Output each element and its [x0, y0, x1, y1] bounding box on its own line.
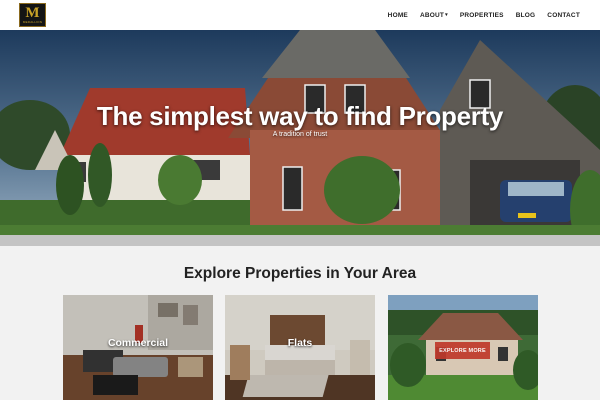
- card-explore-more[interactable]: EXPLORE MORE: [388, 295, 538, 400]
- logo-letter: M: [25, 5, 40, 21]
- navbar: M MEDALLION HOME ABOUT ▾ PROPERTIES BLOG …: [0, 0, 600, 30]
- explore-more-button[interactable]: EXPLORE MORE: [435, 342, 490, 359]
- nav-properties-label: PROPERTIES: [459, 11, 504, 19]
- logo-text: MEDALLION: [22, 20, 43, 24]
- brand-logo[interactable]: M MEDALLION: [19, 3, 46, 27]
- main-nav: HOME ABOUT ▾ PROPERTIES BLOG CONTACT: [382, 0, 586, 30]
- section-title: Explore Properties in Your Area: [183, 265, 417, 282]
- card-label-flats: Flats: [287, 337, 313, 349]
- card-flats[interactable]: Flats: [225, 295, 375, 400]
- card-commercial[interactable]: Commercial: [63, 295, 213, 400]
- nav-blog-label: BLOG: [515, 11, 536, 19]
- hero-title: The simplest way to find Property: [96, 101, 504, 131]
- hero-house-image: [0, 30, 600, 246]
- hero-banner: The simplest way to find Property A trad…: [0, 30, 600, 246]
- nav-contact-label: CONTACT: [547, 11, 580, 19]
- nav-home[interactable]: HOME: [382, 12, 414, 19]
- caret-down-icon: ▾: [445, 12, 448, 18]
- nav-properties[interactable]: PROPERTIES: [454, 12, 510, 19]
- card-label-commercial: Commercial: [107, 337, 169, 349]
- nav-about-label: ABOUT: [419, 11, 445, 19]
- nav-blog[interactable]: BLOG: [510, 12, 542, 19]
- hero-subtitle: A tradition of trust: [272, 131, 328, 138]
- nav-contact[interactable]: CONTACT: [541, 12, 586, 19]
- nav-home-label: HOME: [387, 11, 408, 19]
- nav-about[interactable]: ABOUT ▾: [414, 12, 454, 19]
